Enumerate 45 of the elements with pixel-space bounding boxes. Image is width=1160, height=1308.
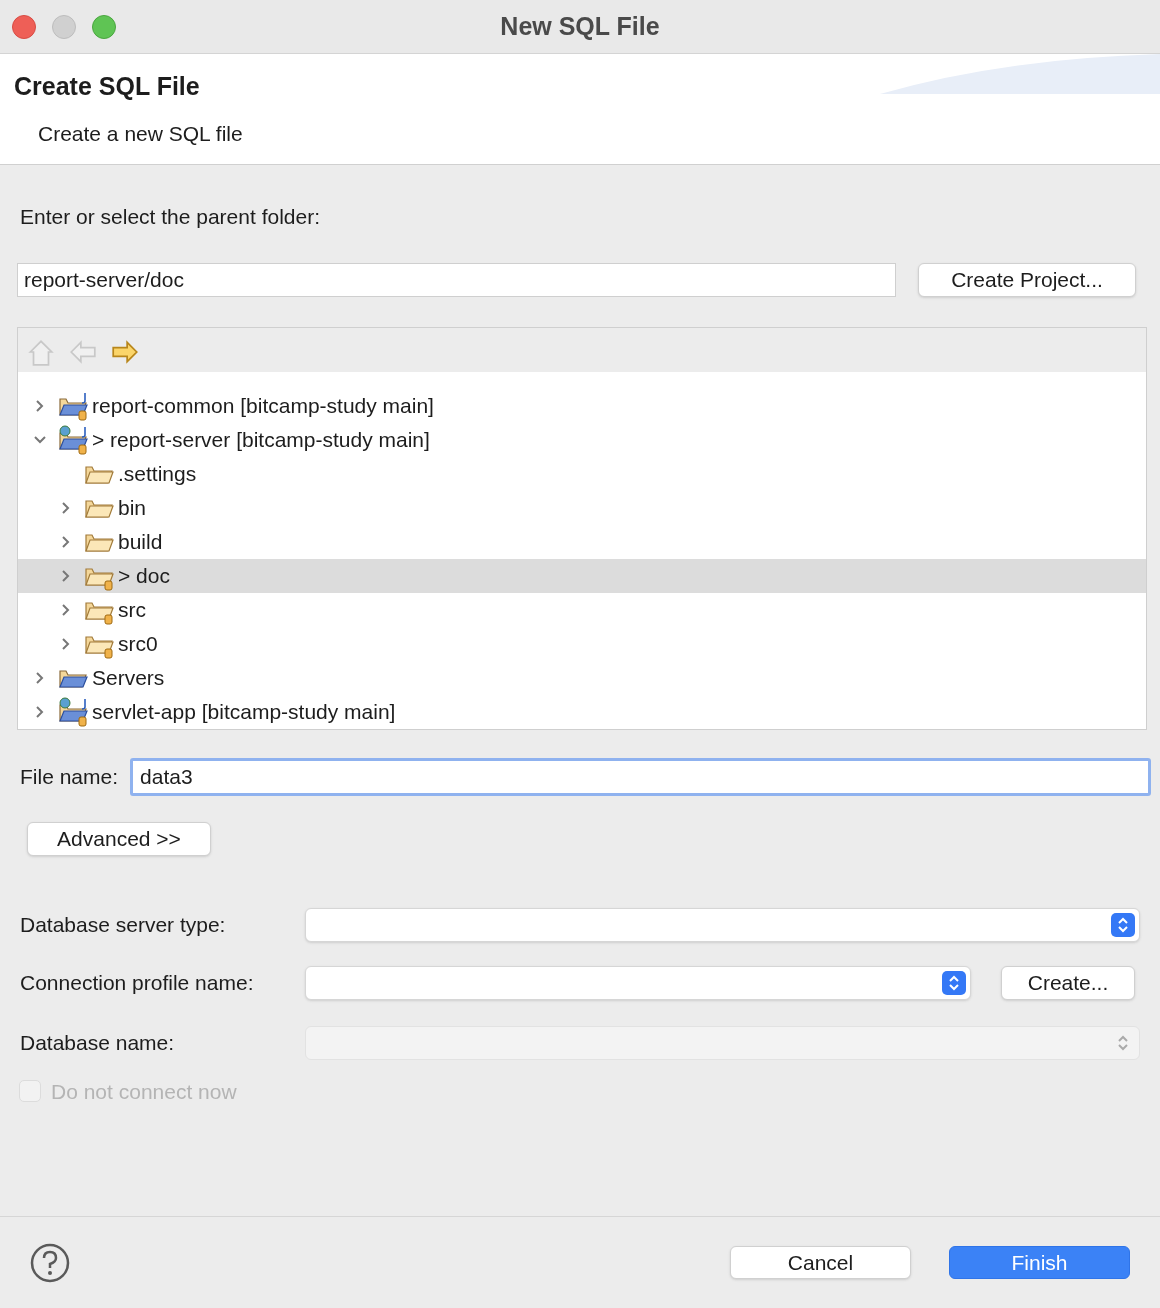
create-connection-button[interactable]: Create... <box>1001 965 1135 1000</box>
tree-item-label: build <box>118 528 163 555</box>
file-name-label: File name: <box>19 763 119 790</box>
tree-item-label: servlet-app [bitcamp-study main] <box>92 698 396 725</box>
stepper-icon <box>942 970 966 995</box>
tree-item-label: > doc <box>118 562 170 589</box>
page-title: Create SQL File <box>14 71 200 102</box>
finish-button[interactable]: Finish <box>949 1246 1130 1279</box>
tree-item-label: src <box>118 596 146 623</box>
page-description: Create a new SQL file <box>37 120 243 147</box>
tree-item[interactable]: src0 <box>18 626 1146 661</box>
dropdown[interactable] <box>305 965 971 1000</box>
parent-folder-label: Enter or select the parent folder: <box>19 204 321 230</box>
tree-item[interactable]: > doc <box>18 558 1146 593</box>
file-name-field[interactable]: data3 <box>130 757 1151 796</box>
do-not-connect-label: Do not connect now <box>51 1078 237 1105</box>
zoom-window-button[interactable] <box>92 14 116 39</box>
tree-item[interactable]: src <box>18 592 1146 627</box>
stepper-icon <box>1111 912 1135 937</box>
parent-folder-field[interactable]: report-server/doc <box>17 262 896 297</box>
help-icon[interactable] <box>30 1242 70 1283</box>
tree-item[interactable]: Servers <box>18 660 1146 695</box>
tree-item[interactable]: > report-server [bitcamp-study main] <box>18 422 1146 457</box>
project-icon <box>58 390 90 421</box>
window-title: New SQL File <box>499 10 661 42</box>
tree-item-label: .settings <box>118 460 197 487</box>
tree-item-label: report-common [bitcamp-study main] <box>92 392 434 419</box>
cancel-button[interactable]: Cancel <box>730 1246 911 1279</box>
advanced-button[interactable]: Advanced >> <box>27 821 211 856</box>
connection-profile-label: Connection profile name: <box>19 969 255 996</box>
create-project-button[interactable]: Create Project... <box>918 262 1136 297</box>
tree-item[interactable]: .settings <box>18 456 1146 491</box>
tree-item-label: > report-server [bitcamp-study main] <box>92 426 430 453</box>
web-project-icon <box>58 424 90 455</box>
tree-item[interactable]: bin <box>18 490 1146 525</box>
database-server-type-label: Database server type: <box>19 911 227 938</box>
tree-item-label: Servers <box>92 664 165 691</box>
tree-item[interactable]: report-common [bitcamp-study main] <box>18 388 1146 423</box>
close-window-button[interactable] <box>12 14 36 39</box>
web-project-icon <box>58 696 90 727</box>
tree-item[interactable]: servlet-app [bitcamp-study main] <box>18 694 1146 729</box>
database-name-label: Database name: <box>19 1029 176 1056</box>
tree-item-label: bin <box>118 494 147 521</box>
tree-item[interactable]: build <box>18 524 1146 559</box>
tree-item-label: src0 <box>118 630 158 657</box>
